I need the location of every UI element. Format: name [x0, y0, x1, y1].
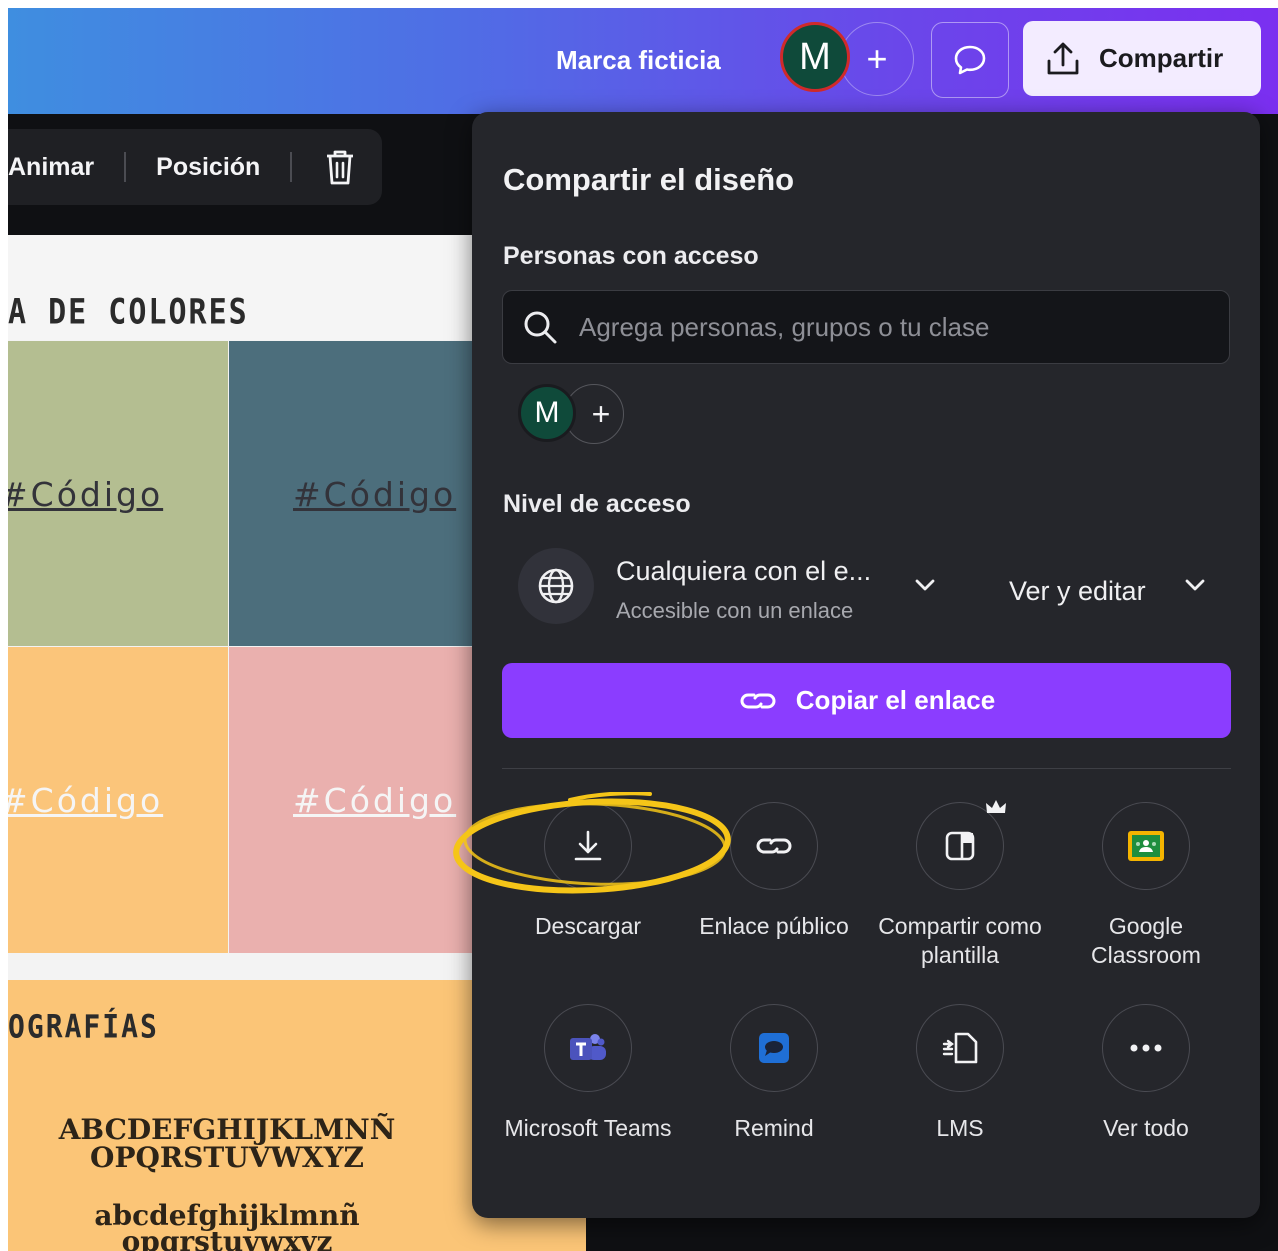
add-collaborator-button[interactable]: +	[840, 22, 914, 96]
share-panel: Compartir el diseño Personas con acceso …	[472, 112, 1260, 1218]
crown-icon	[986, 800, 1006, 813]
access-icon-container	[518, 548, 594, 624]
palette-title: A DE COLORES	[8, 292, 249, 333]
trash-icon[interactable]	[322, 147, 358, 187]
template-icon	[945, 831, 975, 861]
color-code: #Código	[8, 781, 164, 820]
app-window: Marca ficticia + M Compartir Animar Posi…	[8, 8, 1278, 1251]
design-canvas[interactable]: A DE COLORES #Código #Código #Código #Có…	[8, 235, 586, 1251]
access-level-label: Nivel de acceso	[503, 490, 691, 518]
lms-option[interactable]: LMS	[867, 1004, 1053, 1143]
share-button[interactable]: Compartir	[1023, 21, 1261, 96]
color-code: #Código	[293, 475, 457, 514]
link-icon	[756, 838, 792, 854]
download-option[interactable]: Descargar	[495, 802, 681, 941]
more-icon	[1130, 1044, 1162, 1052]
globe-icon	[538, 568, 574, 604]
comment-icon	[954, 45, 986, 75]
download-icon	[574, 830, 602, 861]
typography-sample: OPQRSTUVWXYZ	[90, 1141, 364, 1174]
plus-icon: +	[866, 38, 888, 79]
user-avatar[interactable]: M	[780, 22, 850, 92]
google-classroom-option[interactable]: Google Classroom	[1053, 802, 1239, 970]
typography-sample: opqrstuvwxyz	[121, 1225, 333, 1251]
option-label: Google Classroom	[1091, 913, 1201, 968]
option-label: LMS	[936, 1115, 984, 1141]
avatar-initial: M	[799, 35, 831, 78]
color-swatch[interactable]: #Código	[8, 647, 228, 953]
people-access-label: Personas con acceso	[503, 242, 759, 270]
position-button[interactable]: Posición	[156, 153, 260, 182]
option-icon-circle	[730, 802, 818, 890]
microsoft-teams-option[interactable]: Microsoft Teams	[495, 1004, 681, 1143]
lms-icon	[942, 1032, 978, 1064]
chevron-down-icon[interactable]	[912, 572, 938, 598]
toolbar-divider	[124, 152, 127, 182]
element-toolbar: Animar Posición	[8, 129, 382, 205]
option-label: Remind	[734, 1115, 814, 1141]
view-all-option[interactable]: Ver todo	[1053, 1004, 1239, 1143]
brand-name[interactable]: Marca ficticia	[556, 45, 721, 76]
option-icon-circle	[544, 1004, 632, 1092]
divider	[502, 768, 1231, 769]
option-icon-circle	[1102, 802, 1190, 890]
color-code: #Código	[8, 475, 164, 514]
search-icon	[524, 311, 557, 344]
share-as-template-option[interactable]: Compartir como plantilla	[867, 800, 1053, 970]
upload-icon	[1047, 42, 1079, 74]
remind-option[interactable]: Remind	[681, 1004, 867, 1143]
option-label: Enlace público	[699, 913, 849, 939]
permission-dropdown[interactable]: Ver y editar	[1009, 576, 1146, 607]
search-input[interactable]	[577, 310, 1229, 344]
search-field[interactable]	[502, 290, 1230, 364]
remind-icon	[759, 1033, 789, 1063]
microsoft-teams-icon	[570, 1034, 606, 1060]
option-icon-circle	[1102, 1004, 1190, 1092]
comments-button[interactable]	[931, 22, 1009, 98]
color-swatch[interactable]: #Código	[8, 341, 228, 646]
access-scope-dropdown[interactable]: Cualquiera con el e...	[616, 556, 871, 587]
top-header: Marca ficticia + M Compartir	[8, 8, 1278, 114]
public-link-option[interactable]: Enlace público	[681, 802, 867, 941]
option-label: Descargar	[534, 913, 642, 939]
share-button-label: Compartir	[1099, 43, 1224, 73]
option-label: Compartir como plantilla	[878, 913, 1042, 968]
plus-icon: +	[591, 395, 611, 432]
option-icon-circle	[730, 1004, 818, 1092]
palette-header: A DE COLORES	[8, 235, 478, 340]
person-avatar[interactable]: M	[518, 384, 576, 442]
typography-title: OGRAFÍAS	[8, 1007, 159, 1046]
access-scope-description: Accesible con un enlace	[616, 598, 854, 623]
option-label: Ver todo	[1103, 1115, 1189, 1141]
copy-link-button[interactable]: Copiar el enlace	[502, 663, 1231, 738]
option-icon-circle	[916, 1004, 1004, 1092]
share-panel-title: Compartir el diseño	[503, 162, 795, 197]
color-swatch[interactable]: #Código	[229, 341, 479, 646]
animate-button[interactable]: Animar	[8, 153, 94, 182]
avatar-initial: M	[534, 396, 560, 429]
google-classroom-icon	[1128, 831, 1164, 861]
color-swatch[interactable]: #Código	[229, 647, 479, 953]
toolbar-divider	[290, 152, 293, 182]
chevron-down-icon[interactable]	[1182, 572, 1208, 598]
copy-link-label: Copiar el enlace	[795, 685, 996, 715]
option-icon-circle	[916, 800, 1006, 890]
color-code: #Código	[293, 781, 457, 820]
option-label: Microsoft Teams	[504, 1115, 672, 1141]
option-icon-circle	[544, 802, 632, 890]
link-icon	[740, 693, 776, 708]
